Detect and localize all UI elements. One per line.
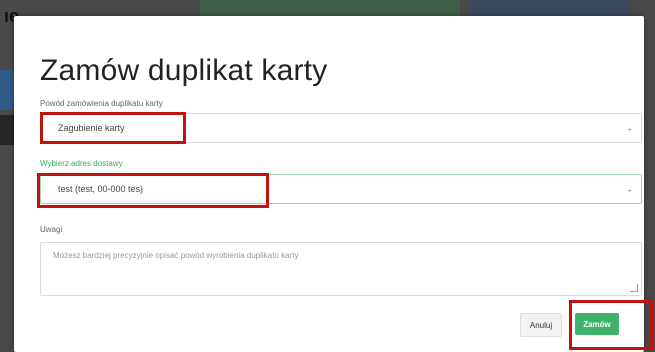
- address-select[interactable]: test (test, 00-000 tes) ⌄: [40, 174, 642, 204]
- notes-textarea[interactable]: Możesz bardziej precyzyjnie opisać powód…: [40, 242, 642, 296]
- reason-select-value: Zagubienie karty: [58, 123, 125, 133]
- chevron-down-icon: ⌄: [626, 184, 633, 194]
- notes-label: Uwagi: [40, 225, 63, 234]
- background-sidebar-block-dark: [0, 115, 14, 145]
- notes-placeholder: Możesz bardziej precyzyjnie opisać powód…: [53, 251, 299, 260]
- order-duplicate-card-modal: Zamów duplikat karty Powód zamówienia du…: [14, 16, 644, 352]
- address-select-value: test (test, 00-000 tes): [58, 184, 144, 194]
- order-button-label: Zamów: [583, 319, 611, 329]
- address-label: Wybierz adres dostawy: [40, 159, 123, 168]
- resize-handle-icon[interactable]: [630, 284, 638, 292]
- cancel-button[interactable]: Anuluj: [520, 313, 562, 337]
- modal-title: Zamów duplikat karty: [40, 54, 328, 87]
- reason-select[interactable]: Zagubienie karty ⌄: [40, 113, 642, 143]
- cancel-button-label: Anuluj: [529, 320, 553, 330]
- background-sidebar-block: [0, 70, 14, 110]
- order-button[interactable]: Zamów: [575, 313, 619, 335]
- reason-label: Powód zamówienia duplikatu karty: [40, 99, 163, 108]
- chevron-down-icon: ⌄: [626, 123, 633, 133]
